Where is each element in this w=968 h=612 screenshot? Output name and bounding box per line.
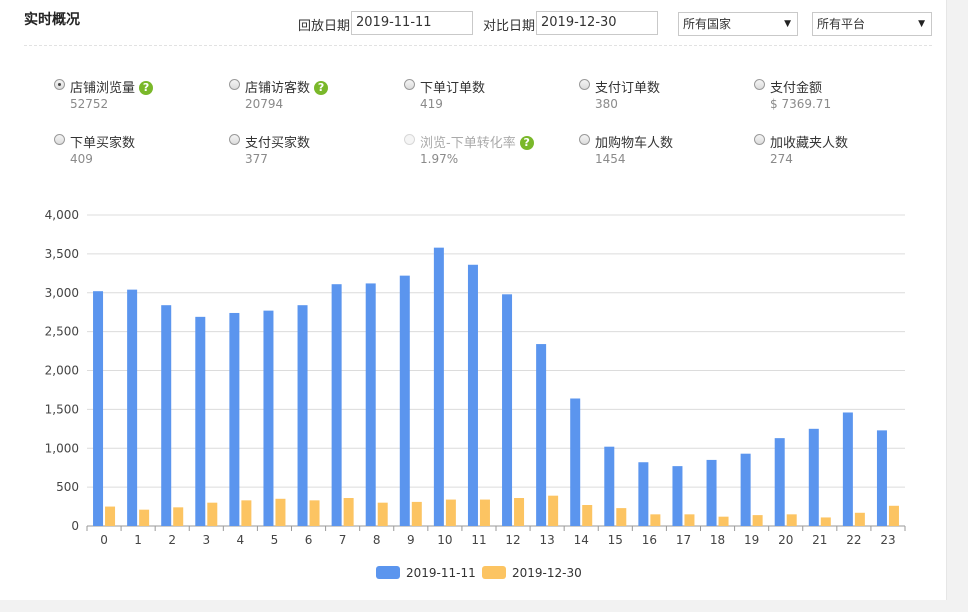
bar-series-1 (399, 275, 410, 526)
x-tick-label: 23 (880, 533, 895, 547)
bar-series-2 (582, 505, 593, 526)
bar-series-1 (774, 438, 785, 526)
bar-series-2 (548, 495, 559, 526)
bar-series-2 (718, 516, 729, 526)
bar-series-1 (161, 305, 172, 526)
y-tick-label: 4,000 (45, 208, 79, 222)
bar-series-2 (684, 514, 695, 526)
x-tick-label: 15 (608, 533, 623, 547)
y-tick-label: 500 (56, 480, 79, 494)
bar-series-1 (467, 264, 478, 526)
bar-series-1 (672, 466, 683, 526)
x-tick-label: 17 (676, 533, 691, 547)
bar-series-2 (105, 506, 116, 526)
bar-series-1 (297, 305, 308, 526)
x-tick-label: 16 (642, 533, 657, 547)
bar-series-1 (570, 398, 581, 526)
bar-series-1 (808, 428, 819, 526)
y-tick-label: 0 (71, 519, 79, 533)
x-tick-label: 1 (134, 533, 142, 547)
bar-series-1 (229, 312, 240, 526)
bar-series-1 (706, 459, 717, 526)
bar-series-2 (411, 501, 422, 526)
x-tick-label: 20 (778, 533, 793, 547)
legend-label: 2019-11-11 (406, 566, 476, 580)
y-tick-label: 3,000 (45, 286, 79, 300)
x-tick-label: 19 (744, 533, 759, 547)
legend-swatch (482, 566, 506, 579)
x-tick-label: 2 (168, 533, 176, 547)
x-tick-label: 7 (339, 533, 347, 547)
bar-series-2 (275, 498, 286, 526)
bar-series-1 (263, 310, 274, 526)
bar-series-2 (514, 498, 525, 526)
x-tick-label: 4 (237, 533, 245, 547)
bar-series-1 (331, 284, 342, 526)
legend-item-series-1[interactable]: 2019-11-11 (376, 566, 476, 580)
bar-series-2 (650, 514, 661, 526)
bar-series-1 (740, 453, 751, 526)
bar-series-1 (433, 247, 444, 526)
x-tick-label: 6 (305, 533, 313, 547)
bar-series-2 (479, 499, 490, 526)
bar-series-2 (786, 514, 797, 526)
legend-label: 2019-12-30 (512, 566, 582, 580)
bar-series-2 (377, 502, 388, 526)
x-tick-label: 8 (373, 533, 381, 547)
bar-series-2 (241, 500, 252, 526)
legend-item-series-2[interactable]: 2019-12-30 (482, 566, 582, 580)
bar-series-2 (752, 515, 763, 526)
bar-series-2 (820, 517, 831, 526)
y-tick-label: 1,500 (45, 402, 79, 416)
bar-series-2 (173, 507, 184, 526)
bar-series-1 (365, 283, 376, 526)
bar-series-2 (343, 498, 354, 526)
bar-series-2 (139, 509, 150, 526)
bar-series-2 (309, 500, 320, 526)
bar-series-1 (842, 412, 853, 526)
x-tick-label: 11 (471, 533, 486, 547)
bar-series-2 (854, 512, 865, 526)
x-tick-label: 9 (407, 533, 415, 547)
x-tick-label: 21 (812, 533, 827, 547)
bar-series-1 (93, 291, 104, 526)
realtime-overview-panel: 实时概况 回放日期 2019-11-11 对比日期 2019-12-30 所有国… (0, 0, 947, 600)
bar-series-1 (604, 446, 615, 526)
y-tick-label: 2,000 (45, 364, 79, 378)
bar-series-1 (638, 462, 649, 526)
x-tick-label: 14 (574, 533, 589, 547)
x-tick-label: 5 (271, 533, 279, 547)
y-tick-label: 2,500 (45, 325, 79, 339)
x-tick-label: 13 (539, 533, 554, 547)
bar-series-1 (502, 294, 513, 526)
bar-series-2 (616, 508, 627, 526)
bar-series-1 (195, 316, 206, 526)
bar-series-1 (536, 344, 547, 526)
bar-series-1 (127, 289, 138, 526)
x-tick-label: 10 (437, 533, 452, 547)
y-tick-label: 1,000 (45, 441, 79, 455)
x-tick-label: 18 (710, 533, 725, 547)
hourly-bar-chart: 0 500 1,000 1,500 2,000 2,500 3,000 3,500 4,000 0… (45, 208, 906, 547)
legend-swatch (376, 566, 400, 579)
bar-series-2 (888, 505, 899, 526)
bar-series-2 (445, 499, 456, 526)
x-tick-label: 22 (846, 533, 861, 547)
x-tick-label: 3 (202, 533, 210, 547)
bar-series-2 (207, 502, 218, 526)
y-tick-label: 3,500 (45, 247, 79, 261)
x-tick-label: 12 (505, 533, 520, 547)
bar-series-1 (876, 430, 887, 526)
x-tick-label: 0 (100, 533, 108, 547)
